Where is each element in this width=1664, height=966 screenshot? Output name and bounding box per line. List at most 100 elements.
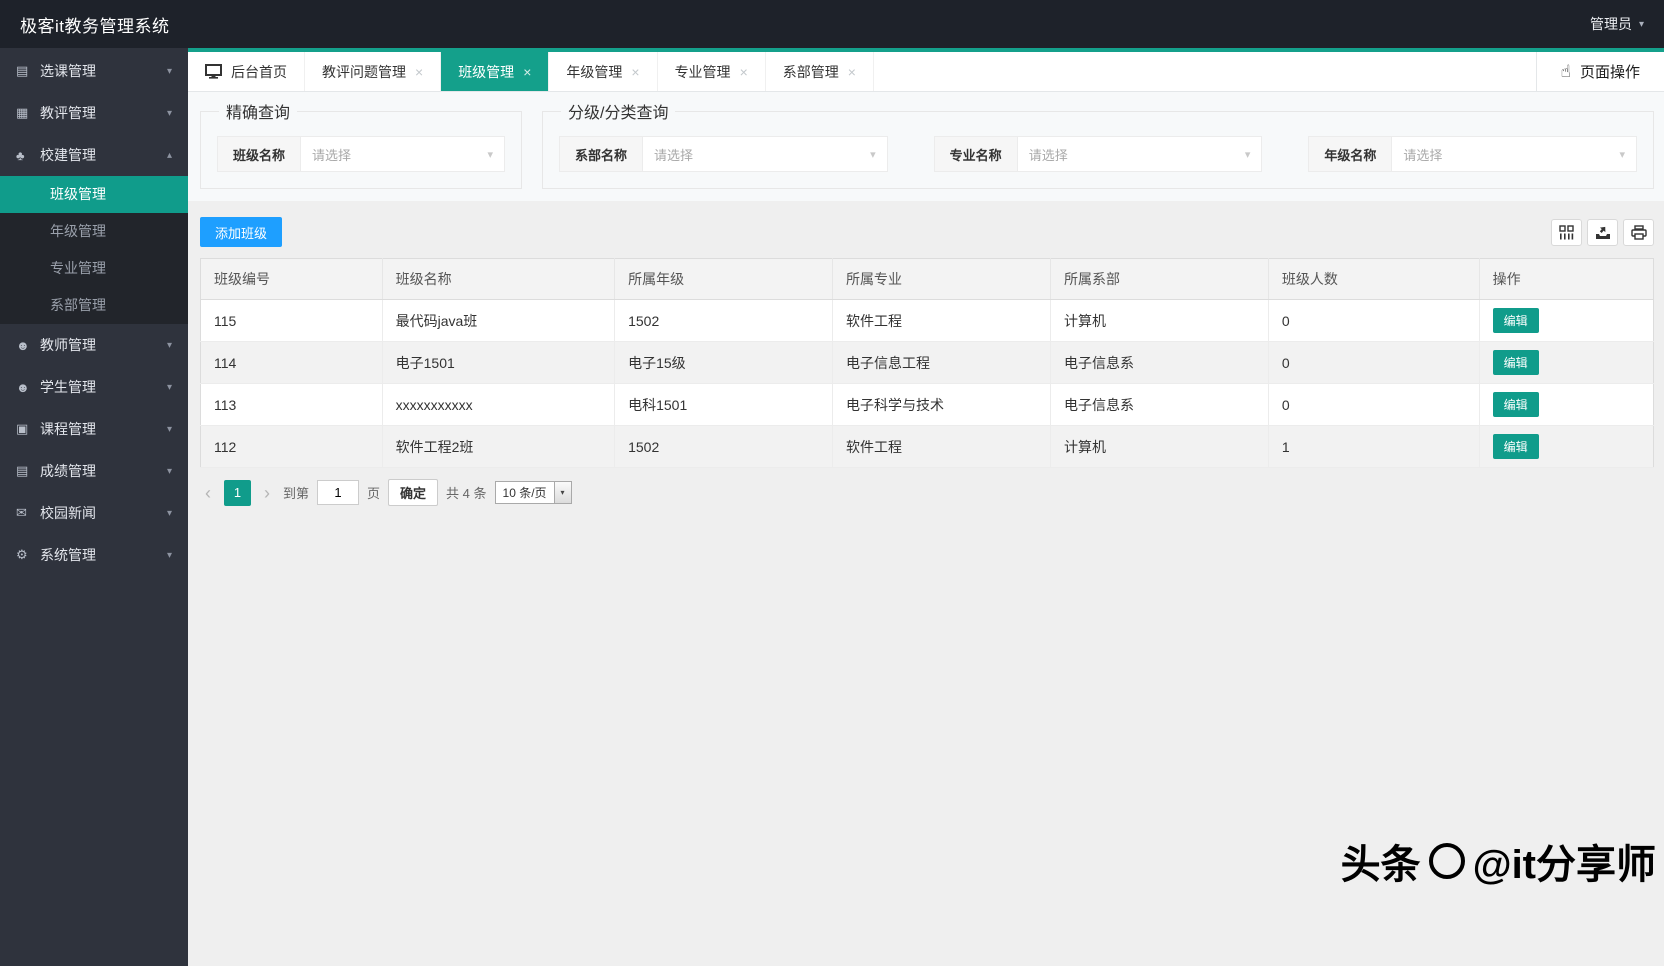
toutiao-logo-icon bbox=[1429, 843, 1465, 879]
class-name-select[interactable]: 请选择 ▾ bbox=[300, 136, 505, 172]
watermark: 头条 @it分享师 bbox=[1341, 832, 1656, 890]
close-icon[interactable]: × bbox=[631, 65, 639, 79]
cell-grade: 1502 bbox=[615, 300, 833, 342]
select-placeholder: 请选择 bbox=[1029, 145, 1068, 164]
toolbar-icons bbox=[1551, 219, 1654, 246]
document-icon: ▤ bbox=[16, 63, 40, 79]
cell-count: 0 bbox=[1268, 342, 1479, 384]
dept-name-label: 系部名称 bbox=[559, 136, 642, 172]
col-major: 所属专业 bbox=[833, 259, 1051, 300]
edit-button[interactable]: 编辑 bbox=[1493, 434, 1539, 459]
export-button[interactable] bbox=[1587, 219, 1618, 246]
tab-dept-mgmt[interactable]: 系部管理 × bbox=[766, 52, 874, 91]
select-placeholder: 请选择 bbox=[654, 145, 693, 164]
sidebar-item-major-mgmt[interactable]: 专业管理 bbox=[0, 250, 188, 287]
sidebar-item-campus-news[interactable]: ✉ 校园新闻 ▾ bbox=[0, 492, 188, 534]
close-icon[interactable]: × bbox=[523, 65, 531, 79]
book-icon: ▣ bbox=[16, 421, 40, 437]
sidebar-item-label: 成绩管理 bbox=[40, 461, 96, 481]
chevron-down-icon: ▾ bbox=[1639, 19, 1644, 30]
next-page-button[interactable]: › bbox=[259, 484, 275, 502]
chevron-down-icon: ▾ bbox=[487, 148, 493, 161]
goto-confirm-button[interactable]: 确定 bbox=[388, 479, 438, 506]
cell-count: 1 bbox=[1268, 426, 1479, 468]
cell-class-id: 115 bbox=[201, 300, 383, 342]
tabbar-spacer bbox=[874, 52, 1536, 91]
col-class-name: 班级名称 bbox=[382, 259, 614, 300]
edit-button[interactable]: 编辑 bbox=[1493, 392, 1539, 417]
goto-suffix-label: 页 bbox=[367, 483, 380, 502]
hand-pointer-icon: ☝ bbox=[1561, 62, 1571, 82]
col-class-id: 班级编号 bbox=[201, 259, 383, 300]
export-icon bbox=[1595, 225, 1611, 240]
sidebar-item-courses[interactable]: ▣ 课程管理 ▾ bbox=[0, 408, 188, 450]
app-title: 极客it教务管理系统 bbox=[20, 12, 170, 37]
total-count-label: 共 4 条 bbox=[446, 483, 486, 502]
tab-label: 班级管理 bbox=[458, 62, 514, 82]
sidebar-item-scores[interactable]: ▤ 成绩管理 ▾ bbox=[0, 450, 188, 492]
columns-toggle-button[interactable] bbox=[1551, 219, 1582, 246]
col-count: 班级人数 bbox=[1268, 259, 1479, 300]
tab-home[interactable]: 后台首页 bbox=[188, 52, 305, 91]
close-icon[interactable]: × bbox=[415, 65, 423, 79]
tab-label: 系部管理 bbox=[783, 62, 839, 82]
tab-class-mgmt[interactable]: 班级管理 × bbox=[441, 52, 549, 91]
current-page-button[interactable]: 1 bbox=[224, 480, 251, 506]
grade-name-field: 年级名称 请选择 ▾ bbox=[1308, 136, 1637, 172]
dept-name-select[interactable]: 请选择 ▾ bbox=[642, 136, 888, 172]
exact-query-fieldset: 精确查询 班级名称 请选择 ▾ bbox=[200, 99, 522, 189]
cell-class-name: xxxxxxxxxxx bbox=[382, 384, 614, 426]
chevron-down-icon: ▾ bbox=[167, 508, 172, 519]
chevron-down-icon: ▾ bbox=[1619, 148, 1625, 161]
sidebar-item-dept-mgmt[interactable]: 系部管理 bbox=[0, 287, 188, 324]
edit-button[interactable]: 编辑 bbox=[1493, 350, 1539, 375]
sidebar-item-label: 校园新闻 bbox=[40, 503, 96, 523]
table-row: 115 最代码java班 1502 软件工程 计算机 0 编辑 bbox=[201, 300, 1654, 342]
cell-class-id: 113 bbox=[201, 384, 383, 426]
cell-class-name: 最代码java班 bbox=[382, 300, 614, 342]
sidebar-item-evaluation[interactable]: ▦ 教评管理 ▾ bbox=[0, 92, 188, 134]
page-size-select[interactable]: 10 条/页 ▾ bbox=[495, 481, 572, 504]
page-actions-button[interactable]: ☝ 页面操作 bbox=[1536, 52, 1664, 91]
search-panel: 精确查询 班级名称 请选择 ▾ 分级/分类查询 系部名称 bbox=[188, 92, 1664, 201]
chevron-up-icon: ▴ bbox=[167, 150, 172, 161]
page-size-value: 10 条/页 bbox=[503, 484, 547, 501]
sidebar-item-class-mgmt[interactable]: 班级管理 bbox=[0, 176, 188, 213]
tab-evaluation-questions[interactable]: 教评问题管理 × bbox=[305, 52, 441, 91]
sidebar-item-course-selection[interactable]: ▤ 选课管理 ▾ bbox=[0, 50, 188, 92]
print-button[interactable] bbox=[1623, 219, 1654, 246]
close-icon[interactable]: × bbox=[848, 65, 856, 79]
user-menu[interactable]: 管理员 ▾ bbox=[1590, 14, 1644, 34]
chevron-down-icon: ▾ bbox=[167, 382, 172, 393]
close-icon[interactable]: × bbox=[740, 65, 748, 79]
tab-major-mgmt[interactable]: 专业管理 × bbox=[658, 52, 766, 91]
add-class-button[interactable]: 添加班级 bbox=[200, 217, 282, 247]
edit-button[interactable]: 编辑 bbox=[1493, 308, 1539, 333]
sidebar-submenu: 班级管理 年级管理 专业管理 系部管理 bbox=[0, 176, 188, 324]
goto-page-input[interactable] bbox=[317, 480, 359, 505]
tab-grade-mgmt[interactable]: 年级管理 × bbox=[549, 52, 657, 91]
sidebar-item-teachers[interactable]: ☻ 教师管理 ▾ bbox=[0, 324, 188, 366]
tree-icon: ♣ bbox=[16, 148, 40, 163]
sidebar-item-school-construction[interactable]: ♣ 校建管理 ▴ bbox=[0, 134, 188, 176]
grade-name-select[interactable]: 请选择 ▾ bbox=[1391, 136, 1637, 172]
content-area: 添加班级 bbox=[188, 201, 1664, 966]
goto-prefix-label: 到第 bbox=[283, 483, 309, 502]
prev-page-button[interactable]: ‹ bbox=[200, 484, 216, 502]
cell-grade: 电科1501 bbox=[615, 384, 833, 426]
cell-dept: 电子信息系 bbox=[1050, 342, 1268, 384]
desktop-icon bbox=[205, 64, 222, 79]
sidebar-item-grade-mgmt[interactable]: 年级管理 bbox=[0, 213, 188, 250]
select-placeholder: 请选择 bbox=[312, 145, 351, 164]
chevron-down-icon: ▾ bbox=[554, 482, 571, 503]
cell-dept: 电子信息系 bbox=[1050, 384, 1268, 426]
major-name-field: 专业名称 请选择 ▾ bbox=[934, 136, 1263, 172]
major-name-select[interactable]: 请选择 ▾ bbox=[1017, 136, 1263, 172]
sidebar-item-system[interactable]: ⚙ 系统管理 ▾ bbox=[0, 534, 188, 576]
category-query-fieldset: 分级/分类查询 系部名称 请选择 ▾ 专业名称 请选择 ▾ bbox=[542, 99, 1654, 189]
sidebar-item-label: 教师管理 bbox=[40, 335, 96, 355]
sidebar-item-students[interactable]: ☻ 学生管理 ▾ bbox=[0, 366, 188, 408]
chevron-down-icon: ▾ bbox=[167, 424, 172, 435]
sidebar-item-label: 学生管理 bbox=[40, 377, 96, 397]
app-header: 极客it教务管理系统 管理员 ▾ bbox=[0, 0, 1664, 48]
